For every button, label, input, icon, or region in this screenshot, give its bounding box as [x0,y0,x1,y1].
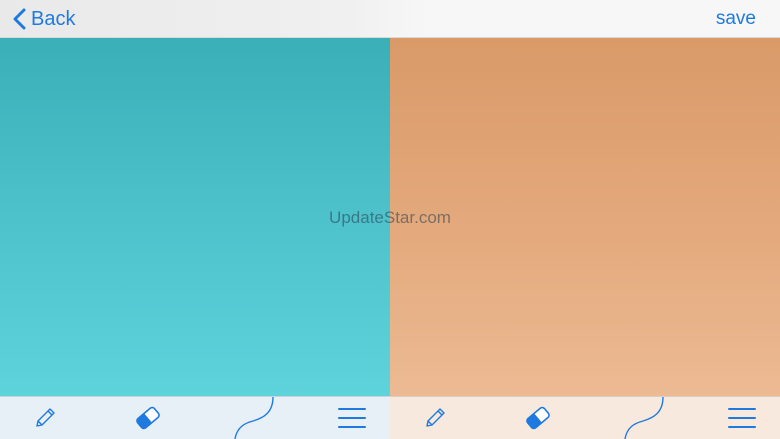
back-button[interactable]: Back [12,5,75,33]
drawing-canvas-right[interactable] [390,38,780,396]
menu-icon [728,408,756,428]
top-navigation-bar: Back save [0,0,780,38]
drawing-screen: Back save UpdateStar.com [0,0,780,439]
chevron-left-icon [13,8,26,30]
eraser-icon [136,406,160,430]
save-button[interactable]: save [716,5,756,33]
curve-tool-right[interactable] [616,396,672,439]
toolbar-right [390,396,780,439]
curve-icon [234,396,274,439]
pencil-icon [36,408,55,427]
menu-tool-left[interactable] [330,397,374,439]
menu-tool-right[interactable] [720,397,764,439]
eraser-tool-right[interactable] [512,397,564,439]
pencil-tool-right[interactable] [410,397,460,439]
eraser-icon [526,406,550,430]
pencil-icon [426,408,445,427]
back-button-label: Back [31,7,76,30]
pencil-tool-left[interactable] [20,397,70,439]
toolbar-left [0,396,390,439]
curve-icon [624,396,664,439]
menu-icon [338,408,366,428]
eraser-tool-left[interactable] [122,397,174,439]
curve-tool-left[interactable] [226,396,282,439]
drawing-canvas-left[interactable] [0,38,390,396]
